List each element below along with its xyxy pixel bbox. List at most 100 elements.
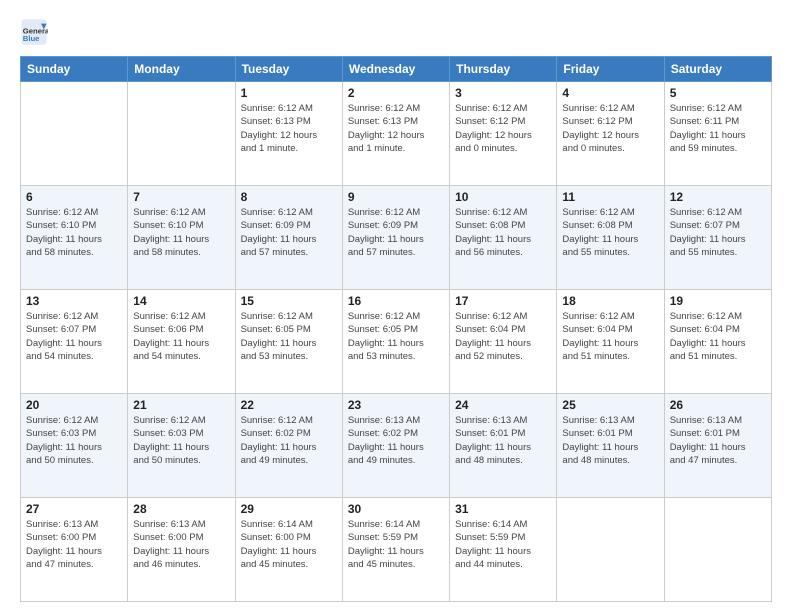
col-header-thursday: Thursday bbox=[450, 57, 557, 82]
day-number: 1 bbox=[241, 86, 337, 100]
col-header-monday: Monday bbox=[128, 57, 235, 82]
calendar-cell: 7Sunrise: 6:12 AM Sunset: 6:10 PM Daylig… bbox=[128, 186, 235, 290]
day-info: Sunrise: 6:12 AM Sunset: 6:12 PM Dayligh… bbox=[455, 102, 551, 155]
calendar-cell: 23 Sunrise: 6:13 AM Sunset: 6:02 PM Dayli… bbox=[342, 394, 449, 498]
day-number: 16 bbox=[348, 294, 444, 308]
day-number: 12 bbox=[670, 190, 766, 204]
calendar-cell: 15 Sunrise: 6:12 AM Sunset: 6:05 PM Dayli… bbox=[235, 290, 342, 394]
day-info: Sunrise: 6:12 AM Sunset: 6:06 PM Dayligh… bbox=[133, 310, 229, 363]
day-number: 15 bbox=[241, 294, 337, 308]
day-info: Sunrise: 6:13 AM Sunset: 6:01 PM Dayligh… bbox=[455, 414, 551, 467]
day-number: 23 bbox=[348, 398, 444, 412]
calendar-cell: 14 Sunrise: 6:12 AM Sunset: 6:06 PM Dayli… bbox=[128, 290, 235, 394]
logo: General Blue bbox=[20, 18, 52, 46]
calendar-cell: 28 Sunrise: 6:13 AM Sunset: 6:00 PM Dayli… bbox=[128, 498, 235, 602]
day-number: 14 bbox=[133, 294, 229, 308]
day-number: 11 bbox=[562, 190, 658, 204]
day-info: Sunrise: 6:12 AM Sunset: 6:07 PM Dayligh… bbox=[670, 206, 766, 259]
day-number: 27 bbox=[26, 502, 122, 516]
svg-text:Blue: Blue bbox=[23, 34, 40, 43]
calendar-week-1: 1 Sunrise: 6:12 AM Sunset: 6:13 PM Daylig… bbox=[21, 82, 772, 186]
day-number: 26 bbox=[670, 398, 766, 412]
calendar-cell: 6 Sunrise: 6:12 AM Sunset: 6:10 PM Daylig… bbox=[21, 186, 128, 290]
day-number: 13 bbox=[26, 294, 122, 308]
day-info: Sunrise: 6:12 AM Sunset: 6:08 PM Dayligh… bbox=[562, 206, 658, 259]
calendar-table: SundayMondayTuesdayWednesdayThursdayFrid… bbox=[20, 56, 772, 602]
day-number: 30 bbox=[348, 502, 444, 516]
calendar-cell: 11 Sunrise: 6:12 AM Sunset: 6:08 PM Dayli… bbox=[557, 186, 664, 290]
calendar-cell bbox=[557, 498, 664, 602]
calendar-cell: 25 Sunrise: 6:13 AM Sunset: 6:01 PM Dayli… bbox=[557, 394, 664, 498]
day-info: Sunrise: 6:13 AM Sunset: 6:00 PM Dayligh… bbox=[26, 518, 122, 571]
calendar-cell: 4Sunrise: 6:12 AM Sunset: 6:12 PM Daylig… bbox=[557, 82, 664, 186]
calendar-cell: 3 Sunrise: 6:12 AM Sunset: 6:12 PM Daylig… bbox=[450, 82, 557, 186]
day-number: 25 bbox=[562, 398, 658, 412]
calendar-cell: 5 Sunrise: 6:12 AM Sunset: 6:11 PM Daylig… bbox=[664, 82, 771, 186]
day-info: Sunrise: 6:12 AM Sunset: 6:04 PM Dayligh… bbox=[670, 310, 766, 363]
day-info: Sunrise: 6:13 AM Sunset: 6:02 PM Dayligh… bbox=[348, 414, 444, 467]
day-number: 31 bbox=[455, 502, 551, 516]
col-header-friday: Friday bbox=[557, 57, 664, 82]
day-info: Sunrise: 6:12 AM Sunset: 6:09 PM Dayligh… bbox=[348, 206, 444, 259]
calendar-cell: 12 Sunrise: 6:12 AM Sunset: 6:07 PM Dayli… bbox=[664, 186, 771, 290]
day-number: 19 bbox=[670, 294, 766, 308]
day-number: 2 bbox=[348, 86, 444, 100]
calendar-cell bbox=[21, 82, 128, 186]
calendar-cell: 10 Sunrise: 6:12 AM Sunset: 6:08 PM Dayli… bbox=[450, 186, 557, 290]
day-number: 20 bbox=[26, 398, 122, 412]
day-number: 8 bbox=[241, 190, 337, 204]
day-info: Sunrise: 6:12 AM Sunset: 6:11 PM Dayligh… bbox=[670, 102, 766, 155]
day-number: 7 bbox=[133, 190, 229, 204]
calendar-cell: 20 Sunrise: 6:12 AM Sunset: 6:03 PM Dayli… bbox=[21, 394, 128, 498]
col-header-tuesday: Tuesday bbox=[235, 57, 342, 82]
day-number: 17 bbox=[455, 294, 551, 308]
day-number: 10 bbox=[455, 190, 551, 204]
day-info: Sunrise: 6:12 AM Sunset: 6:09 PM Dayligh… bbox=[241, 206, 337, 259]
calendar-cell: 27 Sunrise: 6:13 AM Sunset: 6:00 PM Dayli… bbox=[21, 498, 128, 602]
calendar-cell: 26Sunrise: 6:13 AM Sunset: 6:01 PM Dayli… bbox=[664, 394, 771, 498]
calendar-cell: 18Sunrise: 6:12 AM Sunset: 6:04 PM Dayli… bbox=[557, 290, 664, 394]
logo-icon: General Blue bbox=[20, 18, 48, 46]
calendar-header-row: SundayMondayTuesdayWednesdayThursdayFrid… bbox=[21, 57, 772, 82]
day-info: Sunrise: 6:14 AM Sunset: 6:00 PM Dayligh… bbox=[241, 518, 337, 571]
day-info: Sunrise: 6:12 AM Sunset: 6:13 PM Dayligh… bbox=[348, 102, 444, 155]
col-header-wednesday: Wednesday bbox=[342, 57, 449, 82]
calendar-cell: 21 Sunrise: 6:12 AM Sunset: 6:03 PM Dayli… bbox=[128, 394, 235, 498]
day-number: 22 bbox=[241, 398, 337, 412]
calendar-cell: 2 Sunrise: 6:12 AM Sunset: 6:13 PM Daylig… bbox=[342, 82, 449, 186]
calendar-cell bbox=[664, 498, 771, 602]
calendar-week-3: 13 Sunrise: 6:12 AM Sunset: 6:07 PM Dayli… bbox=[21, 290, 772, 394]
calendar-cell: 29 Sunrise: 6:14 AM Sunset: 6:00 PM Dayli… bbox=[235, 498, 342, 602]
day-number: 5 bbox=[670, 86, 766, 100]
calendar-cell: 30 Sunrise: 6:14 AM Sunset: 5:59 PM Dayli… bbox=[342, 498, 449, 602]
day-info: Sunrise: 6:12 AM Sunset: 6:03 PM Dayligh… bbox=[26, 414, 122, 467]
day-info: Sunrise: 6:12 AM Sunset: 6:10 PM Dayligh… bbox=[26, 206, 122, 259]
calendar-cell: 13 Sunrise: 6:12 AM Sunset: 6:07 PM Dayli… bbox=[21, 290, 128, 394]
day-info: Sunrise: 6:12 AM Sunset: 6:05 PM Dayligh… bbox=[241, 310, 337, 363]
day-number: 6 bbox=[26, 190, 122, 204]
calendar-week-4: 20 Sunrise: 6:12 AM Sunset: 6:03 PM Dayli… bbox=[21, 394, 772, 498]
day-number: 21 bbox=[133, 398, 229, 412]
day-info: Sunrise: 6:14 AM Sunset: 5:59 PM Dayligh… bbox=[455, 518, 551, 571]
day-number: 3 bbox=[455, 86, 551, 100]
calendar-cell: 31 Sunrise: 6:14 AM Sunset: 5:59 PM Dayli… bbox=[450, 498, 557, 602]
day-info: Sunrise: 6:13 AM Sunset: 6:01 PM Dayligh… bbox=[562, 414, 658, 467]
calendar-cell: 8 Sunrise: 6:12 AM Sunset: 6:09 PM Daylig… bbox=[235, 186, 342, 290]
day-info: Sunrise: 6:12 AM Sunset: 6:03 PM Dayligh… bbox=[133, 414, 229, 467]
calendar-cell: 19 Sunrise: 6:12 AM Sunset: 6:04 PM Dayli… bbox=[664, 290, 771, 394]
day-info: Sunrise: 6:12 AM Sunset: 6:08 PM Dayligh… bbox=[455, 206, 551, 259]
day-number: 18 bbox=[562, 294, 658, 308]
day-number: 24 bbox=[455, 398, 551, 412]
day-number: 9 bbox=[348, 190, 444, 204]
col-header-sunday: Sunday bbox=[21, 57, 128, 82]
day-info: Sunrise: 6:13 AM Sunset: 6:00 PM Dayligh… bbox=[133, 518, 229, 571]
day-info: Sunrise: 6:12 AM Sunset: 6:07 PM Dayligh… bbox=[26, 310, 122, 363]
day-number: 29 bbox=[241, 502, 337, 516]
calendar-cell: 22Sunrise: 6:12 AM Sunset: 6:02 PM Dayli… bbox=[235, 394, 342, 498]
calendar-cell: 16Sunrise: 6:12 AM Sunset: 6:05 PM Dayli… bbox=[342, 290, 449, 394]
calendar-week-2: 6 Sunrise: 6:12 AM Sunset: 6:10 PM Daylig… bbox=[21, 186, 772, 290]
day-number: 28 bbox=[133, 502, 229, 516]
calendar-cell: 1Sunrise: 6:12 AM Sunset: 6:13 PM Daylig… bbox=[235, 82, 342, 186]
day-info: Sunrise: 6:14 AM Sunset: 5:59 PM Dayligh… bbox=[348, 518, 444, 571]
col-header-saturday: Saturday bbox=[664, 57, 771, 82]
